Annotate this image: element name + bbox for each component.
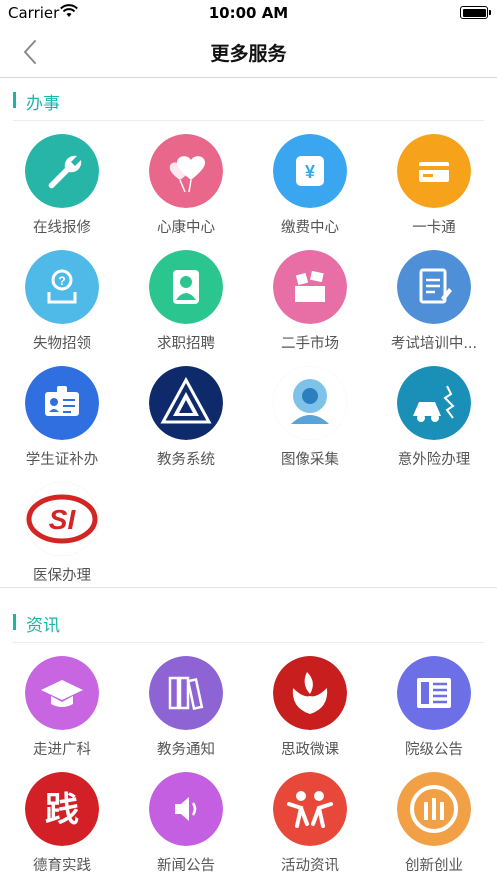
service-tile[interactable]: 思政微课 <box>248 646 372 762</box>
section-banshi: 办事 在线报修 心康中心 ¥ 缴费中心 一卡通? 失物招领 求职招聘 二手市场 考试培训中...… <box>0 79 497 589</box>
secondhand-market-icon <box>273 250 347 324</box>
service-tile[interactable]: 创新创业 <box>372 762 496 878</box>
service-label: 学生证补办 <box>25 452 99 468</box>
service-tile[interactable]: 走进广科 <box>0 646 124 762</box>
service-tile[interactable]: 二手市场 <box>248 240 372 356</box>
accident-insurance-icon <box>397 366 471 440</box>
section-header: 资讯 <box>13 601 484 643</box>
service-label: 意外险办理 <box>397 452 471 468</box>
service-tile[interactable]: 活动资讯 <box>248 762 372 878</box>
service-label: 活动资讯 <box>281 858 339 874</box>
practice-character-icon: 践 <box>25 772 99 846</box>
people-activity-icon <box>273 772 347 846</box>
job-person-icon <box>149 250 223 324</box>
service-tile[interactable]: 院级公告 <box>372 646 496 762</box>
service-label: 创新创业 <box>405 858 463 874</box>
section-accent-bar <box>13 614 16 630</box>
si-medical-insurance-logo-icon: SI <box>25 482 99 556</box>
wrench-icon <box>25 134 99 208</box>
section-title: 办事 <box>26 94 60 114</box>
service-tile[interactable]: 心康中心 <box>124 124 248 240</box>
service-label: 新闻公告 <box>157 858 215 874</box>
books-icon <box>149 656 223 730</box>
section-divider <box>0 587 497 588</box>
service-tile[interactable]: 教务系统 <box>124 356 248 472</box>
service-label: 考试培训中... <box>390 336 478 352</box>
service-label: 医保办理 <box>33 568 91 584</box>
service-label: 失物招领 <box>33 336 91 352</box>
service-label: 二手市场 <box>281 336 339 352</box>
service-label: 求职招聘 <box>157 336 215 352</box>
battery-icon <box>460 6 491 19</box>
service-label: 教务通知 <box>157 742 215 758</box>
svg-text:践: 践 <box>45 790 79 830</box>
section-zixun: 资讯 走进广科 教务通知 思政微课 院级公告践德育实践 新闻公告 活动资讯 创新创业 <box>0 601 497 883</box>
section-header: 办事 <box>13 79 484 121</box>
navigation-bar: 更多服务 <box>0 26 497 78</box>
exam-clipboard-icon <box>397 250 471 324</box>
service-tile[interactable]: SI 医保办理 <box>0 472 124 588</box>
svg-text:¥: ¥ <box>305 162 315 182</box>
service-tile[interactable]: 图像采集 <box>248 356 372 472</box>
lost-found-icon: ? <box>25 250 99 324</box>
student-id-card-icon <box>25 366 99 440</box>
card-icon <box>397 134 471 208</box>
service-label: 教务系统 <box>157 452 215 468</box>
service-tile[interactable]: 求职招聘 <box>124 240 248 356</box>
service-label: 走进广科 <box>33 742 91 758</box>
service-label: 思政微课 <box>281 742 339 758</box>
innovation-logo-icon <box>397 772 471 846</box>
service-tile[interactable]: 新闻公告 <box>124 762 248 878</box>
newspaper-icon <box>397 656 471 730</box>
clock: 10:00 AM <box>208 4 289 22</box>
section-accent-bar <box>13 92 16 108</box>
service-label: 图像采集 <box>281 452 339 468</box>
yuan-payment-icon: ¥ <box>273 134 347 208</box>
service-tile[interactable]: 考试培训中... <box>372 240 496 356</box>
graduation-cap-icon <box>25 656 99 730</box>
speaker-icon <box>149 772 223 846</box>
service-label: 德育实践 <box>33 858 91 874</box>
service-label: 心康中心 <box>157 220 215 236</box>
service-tile[interactable]: ? 失物招领 <box>0 240 124 356</box>
service-label: 一卡通 <box>412 220 456 236</box>
heart-balloons-icon <box>149 134 223 208</box>
service-tile[interactable]: 学生证补办 <box>0 356 124 472</box>
service-label: 缴费中心 <box>281 220 339 236</box>
service-label: 院级公告 <box>405 742 463 758</box>
service-tile[interactable]: 一卡通 <box>372 124 496 240</box>
service-tile[interactable]: ¥ 缴费中心 <box>248 124 372 240</box>
section-title: 资讯 <box>26 616 60 636</box>
academic-system-logo-icon <box>149 366 223 440</box>
svg-text:SI: SI <box>49 504 77 535</box>
service-tile[interactable]: 践德育实践 <box>0 762 124 878</box>
service-label: 在线报修 <box>33 220 91 236</box>
webcam-icon <box>273 366 347 440</box>
service-tile[interactable]: 教务通知 <box>124 646 248 762</box>
ideology-course-logo-icon <box>273 656 347 730</box>
service-tile[interactable]: 在线报修 <box>0 124 124 240</box>
svg-text:?: ? <box>58 274 65 288</box>
service-tile[interactable]: 意外险办理 <box>372 356 496 472</box>
status-bar: Carrier 10:00 AM <box>0 0 497 26</box>
page-title: 更多服务 <box>210 43 287 65</box>
